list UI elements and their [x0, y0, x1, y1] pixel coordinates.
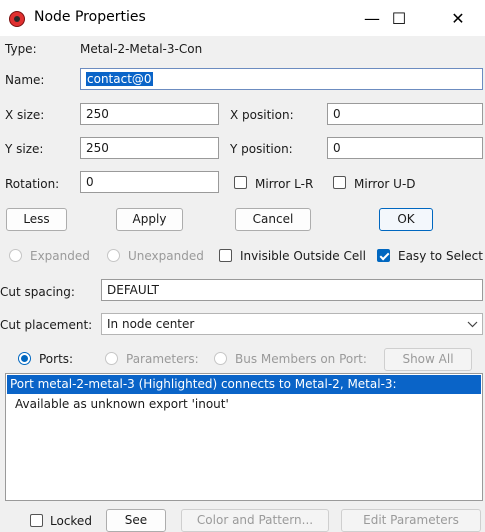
unexpanded-label: Unexpanded [128, 249, 204, 263]
expanded-radio[interactable] [9, 249, 22, 262]
unexpanded-radio[interactable] [107, 249, 120, 262]
mirror-lr-checkbox[interactable] [234, 176, 247, 189]
cancel-button[interactable]: Cancel [235, 208, 311, 231]
easy-to-select-checkbox[interactable] [377, 249, 390, 262]
ports-label: Ports: [39, 352, 74, 366]
app-node-icon [9, 11, 25, 27]
cut-placement-value: In node center [107, 317, 195, 331]
name-field-value: contact@0 [86, 72, 153, 86]
window-title: Node Properties [34, 9, 146, 25]
invisible-outside-cell-checkbox[interactable] [219, 249, 232, 262]
close-icon: ✕ [451, 8, 465, 28]
see-button[interactable]: See [106, 509, 166, 532]
invisible-outside-cell-label: Invisible Outside Cell [240, 249, 366, 263]
less-button[interactable]: Less [6, 208, 67, 231]
y-size-field[interactable]: 250 [80, 137, 219, 159]
easy-to-select-label: Easy to Select [398, 249, 483, 263]
maximize-button[interactable]: ☐ [376, 0, 422, 36]
y-position-label: Y position: [230, 142, 293, 156]
locked-label: Locked [50, 514, 92, 528]
expanded-label: Expanded [30, 249, 90, 263]
parameters-label: Parameters: [126, 352, 199, 366]
name-label: Name: [5, 73, 45, 87]
x-position-field[interactable]: 0 [327, 103, 483, 125]
cut-spacing-label: Cut spacing: [0, 285, 75, 299]
bus-members-radio[interactable] [214, 352, 227, 365]
y-position-field[interactable]: 0 [327, 137, 483, 159]
show-all-button[interactable]: Show All [384, 348, 472, 371]
mirror-ud-label: Mirror U-D [354, 177, 416, 191]
locked-checkbox[interactable] [30, 514, 43, 527]
ports-list[interactable]: Port metal-2-metal-3 (Highlighted) conne… [5, 373, 483, 501]
type-value: Metal-2-Metal-3-Con [80, 42, 203, 56]
type-label: Type: [5, 42, 37, 56]
cut-placement-select[interactable]: In node center [101, 313, 483, 335]
parameters-radio[interactable] [105, 352, 118, 365]
cut-spacing-field[interactable]: DEFAULT [101, 279, 483, 301]
mirror-lr-label: Mirror L-R [255, 177, 314, 191]
list-item[interactable]: Available as unknown export 'inout' [7, 395, 229, 414]
chevron-down-icon [467, 321, 478, 328]
x-size-label: X size: [5, 108, 45, 122]
name-field[interactable]: contact@0 [80, 68, 483, 90]
ports-radio[interactable] [18, 352, 31, 365]
maximize-icon: ☐ [391, 8, 407, 28]
edit-parameters-button[interactable]: Edit Parameters [341, 509, 481, 532]
apply-button[interactable]: Apply [116, 208, 183, 231]
y-size-label: Y size: [5, 142, 44, 156]
rotation-label: Rotation: [5, 177, 60, 191]
color-and-pattern-button[interactable]: Color and Pattern... [181, 509, 329, 532]
list-item-selected[interactable]: Port metal-2-metal-3 (Highlighted) conne… [7, 375, 481, 394]
x-position-label: X position: [230, 108, 294, 122]
close-button[interactable]: ✕ [435, 0, 481, 36]
bus-members-label: Bus Members on Port: [235, 352, 367, 366]
cut-placement-label: Cut placement: [0, 318, 93, 332]
rotation-field[interactable]: 0 [80, 171, 219, 193]
mirror-ud-checkbox[interactable] [333, 176, 346, 189]
x-size-field[interactable]: 250 [80, 103, 219, 125]
ok-button[interactable]: OK [379, 208, 433, 231]
